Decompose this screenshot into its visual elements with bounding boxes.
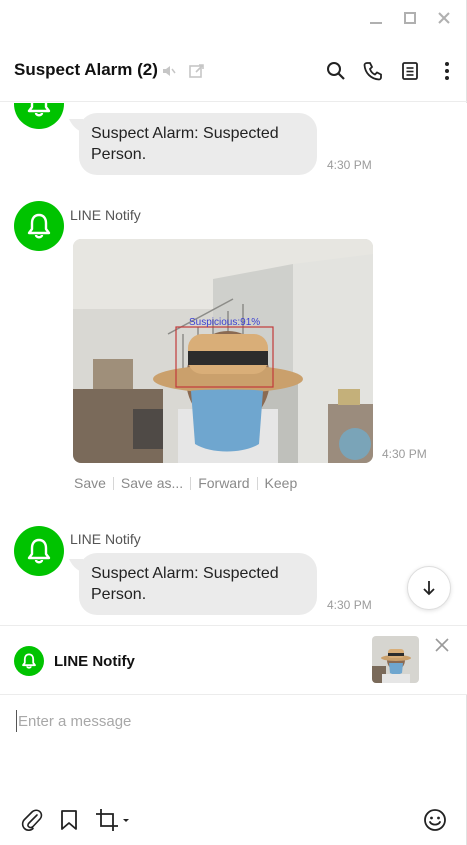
message-time: 4:30 PM (327, 158, 372, 172)
bell-icon (27, 538, 51, 564)
bell-icon (22, 653, 36, 669)
scroll-to-bottom-button[interactable] (407, 566, 451, 610)
message-bubble[interactable]: Suspect Alarm: Suspected Person. (79, 553, 317, 615)
sender-name: LINE Notify (70, 531, 141, 547)
image-actions: Save Save as... Forward Keep (74, 475, 297, 491)
crop-icon[interactable] (95, 807, 131, 833)
chat-window: Suspect Alarm (2) Suspect Alarm: Suspect… (0, 0, 467, 845)
close-window-icon[interactable] (436, 10, 452, 26)
divider (112, 476, 114, 490)
divider (256, 476, 258, 490)
arrow-down-icon (423, 581, 435, 596)
phone-icon[interactable] (363, 60, 383, 82)
bell-icon (27, 103, 51, 117)
maximize-icon[interactable] (402, 10, 418, 26)
message-text-line: Suspect Alarm: Suspected (91, 125, 279, 142)
save-link[interactable]: Save (74, 475, 106, 491)
preview-avatar (14, 646, 44, 676)
external-link-icon[interactable] (188, 62, 206, 85)
sender-name: LINE Notify (70, 207, 141, 223)
speaker-muted-icon[interactable] (160, 62, 178, 85)
paperclip-icon[interactable] (20, 807, 44, 833)
bookmark-icon[interactable] (58, 807, 80, 833)
composer (0, 696, 467, 796)
minimize-icon[interactable] (368, 10, 384, 26)
message-text-line: Person. (91, 146, 147, 163)
composer-toolbar (0, 805, 467, 837)
emoji-icon[interactable] (422, 807, 448, 833)
sender-avatar[interactable] (14, 201, 64, 251)
message-time: 4:30 PM (327, 598, 372, 612)
sender-avatar[interactable] (14, 103, 64, 129)
message-preview-bar[interactable]: LINE Notify (0, 625, 467, 695)
preview-thumbnail[interactable] (372, 636, 419, 683)
message-list[interactable]: Suspect Alarm: Suspected Person. 4:30 PM… (0, 103, 467, 625)
chat-header: Suspect Alarm (2) (0, 42, 467, 102)
chat-title: Suspect Alarm (2) (14, 60, 158, 79)
forward-link[interactable]: Forward (198, 475, 249, 491)
search-icon[interactable] (326, 60, 346, 82)
message-text-line: Suspect Alarm: Suspected (91, 565, 279, 582)
save-as-link[interactable]: Save as... (121, 475, 183, 491)
message-input[interactable] (16, 710, 446, 732)
divider (190, 476, 192, 490)
keep-link[interactable]: Keep (265, 475, 298, 491)
detection-label: Suspicious:91% (189, 317, 260, 328)
bell-icon (27, 213, 51, 239)
sender-avatar[interactable] (14, 526, 64, 576)
notes-icon[interactable] (400, 60, 420, 82)
message-time: 4:30 PM (382, 447, 427, 461)
message-bubble[interactable]: Suspect Alarm: Suspected Person. (79, 113, 317, 175)
window-controls (368, 10, 452, 26)
close-preview-icon[interactable] (433, 636, 451, 654)
preview-sender-name: LINE Notify (54, 653, 135, 670)
more-icon[interactable] (437, 60, 457, 82)
camera-snapshot-image[interactable]: Suspicious:91% (73, 239, 373, 463)
message-text-line: Person. (91, 586, 147, 603)
